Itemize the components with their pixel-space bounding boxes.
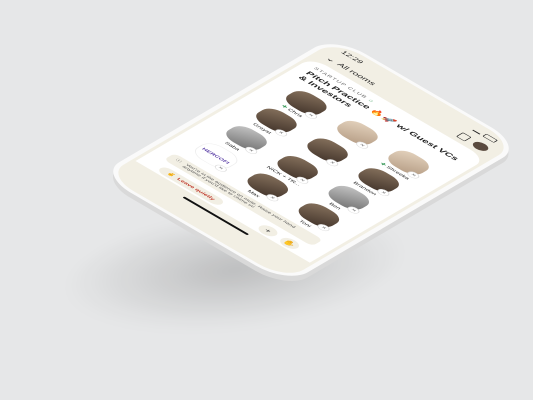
document-icon[interactable] — [456, 132, 472, 142]
mic-off-icon: ✕ — [212, 163, 229, 173]
info-icon: ⓘ — [174, 158, 183, 164]
house-icon: ⌂ — [367, 98, 376, 104]
logo-text: HERCOFI — [200, 146, 231, 165]
plus-icon: + — [262, 227, 274, 235]
mic-off-icon: ✕ — [272, 127, 290, 138]
mic-off-icon: ✕ — [323, 157, 341, 168]
mic-off-icon: ✕ — [353, 140, 371, 150]
raise-hand-icon: ✋ — [280, 238, 299, 249]
add-button[interactable]: + — [255, 223, 281, 239]
mic-off-icon: ✕ — [345, 205, 362, 216]
mic-off-icon: ✕ — [242, 145, 260, 156]
mic-off-icon: ✕ — [315, 222, 333, 233]
signal-icon — [472, 127, 484, 135]
peace-hand-icon: ✌ — [165, 171, 178, 178]
raise-hand-button[interactable]: ✋ — [276, 235, 303, 251]
mic-off-icon: ✕ — [375, 187, 392, 198]
chevron-down-icon[interactable]: ⌄ — [323, 55, 340, 65]
mic-off-icon: ✕ — [302, 110, 320, 121]
battery-icon — [482, 133, 499, 143]
mic-off-icon: ✕ — [264, 192, 281, 203]
